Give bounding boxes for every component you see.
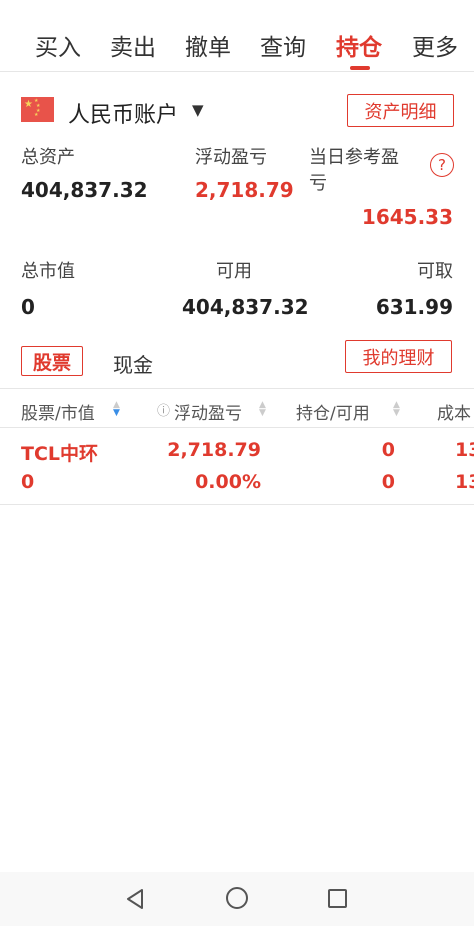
stock-pl: 2,718.79 [167, 439, 261, 461]
home-icon[interactable] [226, 887, 248, 909]
holdings-table-header: 股票/市值 ▲ ▼ ⓘ 浮动盈亏 ▲ ▼ 持仓/可用 ▲ ▼ 成本 [0, 388, 474, 428]
total-assets-label: 总资产 [21, 147, 75, 168]
stock-available: 0 [381, 471, 395, 493]
available-label: 可用 [216, 261, 252, 282]
tab-buy[interactable]: 买入 [35, 28, 81, 62]
col-stock-value[interactable]: 股票/市值 [21, 399, 95, 424]
col-stock-value-label: 股票/市值 [21, 404, 95, 424]
total-assets-value: 404,837.32 [21, 178, 148, 202]
tab-positions[interactable]: 持仓 [336, 28, 382, 62]
tab-cancel-order[interactable]: 撤单 [185, 28, 231, 62]
market-value: 0 [21, 295, 35, 319]
tab-stock[interactable]: 股票 [21, 346, 83, 376]
sort-down-icon[interactable]: ▼ [393, 409, 400, 418]
today-pl-label-cont: 亏 [309, 173, 327, 194]
col-position[interactable]: 持仓/可用 [296, 399, 370, 424]
today-pl-value: 1645.33 [361, 205, 453, 229]
recent-apps-icon[interactable] [328, 889, 347, 908]
stock-cost-price: 13 [455, 471, 474, 493]
account-dropdown-icon[interactable]: ▼ [192, 101, 204, 119]
floating-pl-label: 浮动盈亏 [195, 147, 267, 168]
floating-pl-value: 2,718.79 [195, 178, 294, 202]
market-value-label: 总市值 [21, 261, 75, 282]
account-name[interactable]: 人民币账户 [68, 97, 178, 129]
stock-name: TCL中环 [21, 443, 99, 465]
withdrawable-value: 631.99 [375, 295, 453, 319]
china-flag-icon: ★ ★ ★ ★ ★ [21, 97, 54, 122]
stock-cost: 13 [455, 439, 474, 461]
today-pl-label: 当日参考盈 [309, 147, 399, 168]
col-floating-pl-label: 浮动盈亏 [174, 404, 242, 424]
col-position-label: 持仓/可用 [296, 404, 370, 424]
stock-pl-pct: 0.00% [195, 471, 261, 493]
row-divider [0, 504, 474, 505]
col-cost-label: 成本 [437, 404, 471, 424]
stock-market-value: 0 [21, 471, 35, 493]
withdrawable-label: 可取 [417, 261, 453, 282]
sort-down-icon[interactable]: ▼ [113, 409, 120, 418]
top-tab-bar: 买入 卖出 撤单 查询 持仓 更多 [0, 0, 474, 72]
tab-cash[interactable]: 现金 [113, 349, 153, 378]
available-value: 404,837.32 [182, 295, 309, 319]
help-icon[interactable]: ? [430, 153, 454, 177]
col-cost[interactable]: 成本 [437, 399, 471, 424]
stock-position: 0 [381, 439, 395, 461]
my-finance-button[interactable]: 我的理财 [345, 340, 452, 373]
tab-query[interactable]: 查询 [260, 28, 306, 62]
col-floating-pl[interactable]: 浮动盈亏 [174, 399, 242, 424]
tab-sell[interactable]: 卖出 [110, 28, 156, 62]
active-tab-indicator [350, 66, 370, 70]
info-icon[interactable]: ⓘ [157, 400, 170, 419]
tab-more[interactable]: 更多 [412, 28, 458, 62]
asset-detail-button[interactable]: 资产明细 [347, 94, 454, 127]
sort-down-icon[interactable]: ▼ [259, 409, 266, 418]
back-icon[interactable] [124, 888, 146, 910]
